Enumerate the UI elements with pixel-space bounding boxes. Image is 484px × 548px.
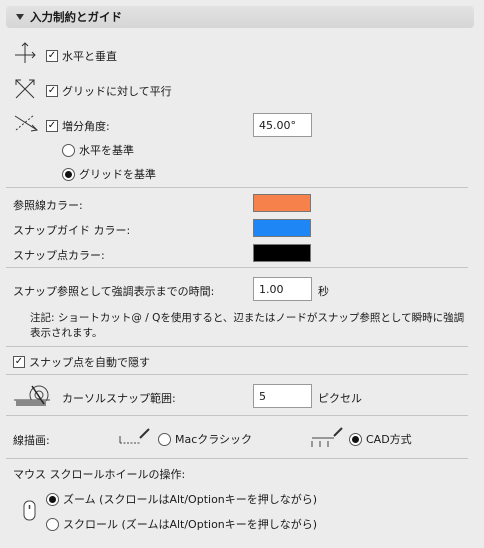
mac-classic-label: Macクラシック [175,433,253,446]
horizontal-vertical-label: 水平と垂直 [62,50,117,63]
cursor-snap-value: 5 [259,389,266,403]
divider [6,267,468,268]
base-horizontal-label: 水平を基準 [79,144,134,157]
divider [6,346,468,347]
wheel-scroll-label: スクロール (ズームはAlt/Optionキーを押しながら) [63,518,318,531]
cursor-snap-unit: ピクセル [318,392,362,405]
mouse-wheel-label: マウス スクロールホイールの操作: [13,468,186,481]
cad-style-icon [311,427,343,447]
cad-style-option[interactable]: CAD方式 [349,431,412,447]
angle-increment-icon [14,114,39,132]
highlight-time-label: スナップ参照として強調表示までの時間: [13,285,215,298]
mac-classic-option[interactable]: Macクラシック [158,431,252,447]
wheel-zoom-label: ズーム (スクロールはAlt/Optionキーを押しながら) [63,493,318,506]
wheel-scroll-option[interactable]: スクロール (ズームはAlt/Optionキーを押しながら) [46,516,317,532]
snap-point-color-swatch[interactable] [253,244,311,262]
highlight-time-value: 1.00 [259,282,284,296]
divider [6,415,468,416]
collapse-triangle-icon[interactable] [16,14,24,20]
shortcut-note: 注記: ショートカット@ / Qを使用すると、辺またはノードがスナップ参照として… [30,312,465,339]
cursor-snap-icon [14,385,50,406]
angle-increment-input[interactable]: 45.00° [253,113,312,137]
angle-increment-label: 増分角度: [62,120,110,133]
section-header[interactable]: 入力制約とガイド [6,6,474,28]
highlight-time-input[interactable]: 1.00 [253,277,312,301]
base-horizontal-radio[interactable] [62,143,75,157]
section-title: 入力制約とガイド [30,10,122,24]
wheel-zoom-radio[interactable] [46,492,59,506]
wheel-zoom-option[interactable]: ズーム (スクロールはAlt/Optionキーを押しながら) [46,491,317,507]
base-grid-radio[interactable] [62,167,75,181]
reference-line-color-label: 参照線カラー: [13,199,83,212]
mac-classic-radio[interactable] [158,432,171,446]
mac-classic-icon [119,428,150,444]
cursor-snap-input[interactable]: 5 [253,384,312,408]
angle-increment-value: 45.00° [259,118,296,132]
angle-increment-option[interactable]: ✓ 増分角度: [46,118,110,134]
horizontal-vertical-checkbox[interactable]: ✓ [46,50,58,62]
divider [6,374,468,375]
snap-point-color-label: スナップ点カラー: [13,249,105,262]
snap-guide-color-swatch[interactable] [253,219,311,237]
auto-hide-snap-label: スナップ点を自動で隠す [29,356,150,369]
cad-style-radio[interactable] [349,432,362,446]
line-drawing-label: 線描画: [13,434,50,447]
horizontal-vertical-icon [15,42,36,63]
reference-line-color-swatch[interactable] [253,194,311,212]
divider [6,458,468,459]
auto-hide-snap-checkbox[interactable]: ✓ [13,356,25,368]
base-grid-label: グリッドを基準 [79,168,156,181]
base-horizontal-option[interactable]: 水平を基準 [62,142,134,158]
angle-increment-checkbox[interactable]: ✓ [46,120,58,132]
snap-guide-color-label: スナップガイド カラー: [13,224,131,237]
highlight-time-unit: 秒 [318,285,329,298]
grid-parallel-checkbox[interactable]: ✓ [46,85,58,97]
mouse-icon [23,500,36,521]
cursor-snap-label: カーソルスナップ範囲: [62,392,176,405]
grid-parallel-icon [15,79,35,99]
horizontal-vertical-option[interactable]: ✓ 水平と垂直 [46,48,117,64]
wheel-scroll-radio[interactable] [46,517,59,531]
auto-hide-snap-option[interactable]: ✓ スナップ点を自動で隠す [13,354,150,370]
cad-style-label: CAD方式 [366,433,412,446]
base-grid-option[interactable]: グリッドを基準 [62,166,156,182]
divider [6,187,468,188]
grid-parallel-option[interactable]: ✓ グリッドに対して平行 [46,83,172,99]
grid-parallel-label: グリッドに対して平行 [62,85,172,98]
